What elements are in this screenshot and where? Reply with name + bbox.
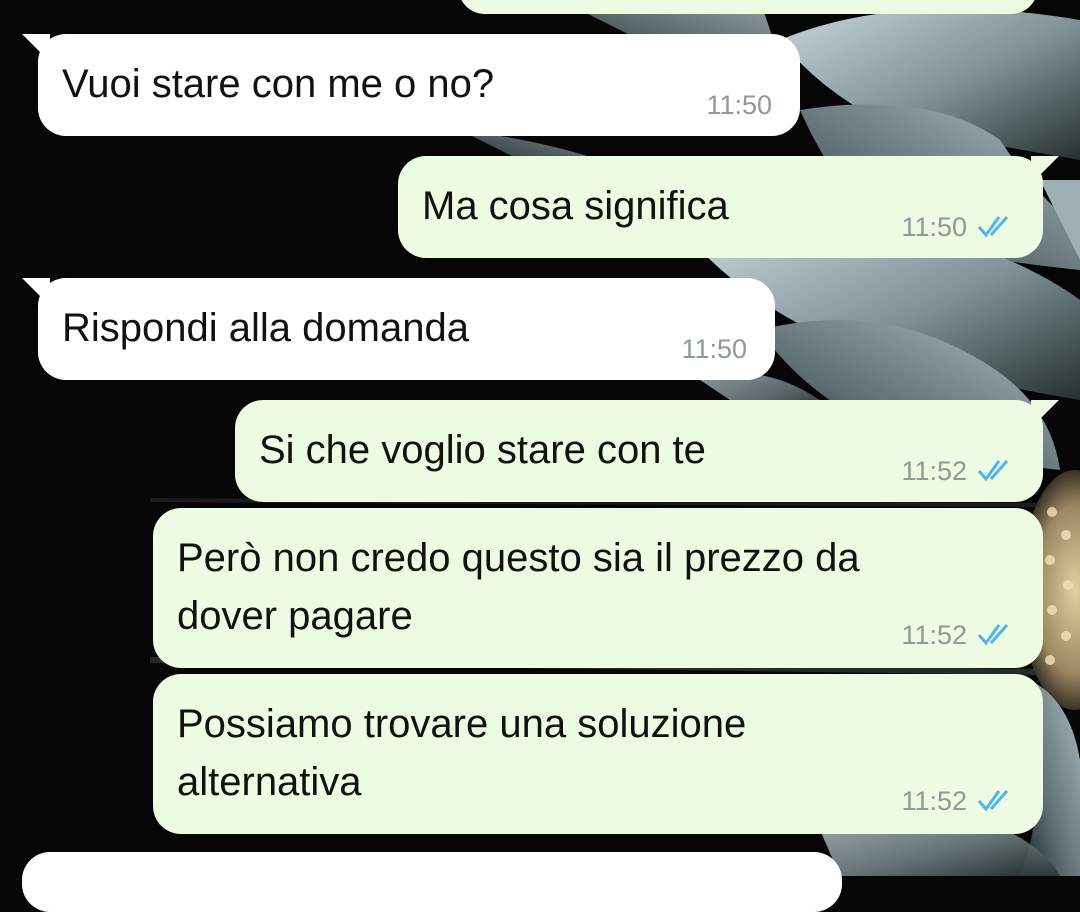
message-time: 11:50 — [901, 212, 967, 242]
double-check-read-icon — [977, 216, 1009, 238]
message-time: 11:52 — [901, 786, 967, 816]
bubble-tail — [1031, 156, 1059, 184]
message-time: 11:52 — [901, 456, 967, 486]
message-text-line-2: dover pagare — [177, 594, 413, 638]
bubble-tail — [1031, 400, 1059, 428]
message-bubble-outgoing[interactable]: Però non credo questo sia il prezzo da d… — [153, 508, 1043, 668]
double-check-read-icon — [977, 624, 1009, 646]
message-bubble-outgoing[interactable]: Si che voglio stare con te 11:52 — [235, 400, 1059, 502]
message-time: 11:50 — [706, 90, 772, 120]
message-bubble-outgoing[interactable]: Possiamo trovare una soluzione alternati… — [153, 674, 1043, 834]
message-text: Vuoi stare con me o no? — [62, 62, 495, 106]
message-bubble-outgoing[interactable]: Ma cosa significa 11:50 — [398, 156, 1059, 258]
message-text-line-1: Però non credo questo sia il prezzo da — [177, 536, 860, 580]
double-check-read-icon — [977, 790, 1009, 812]
message-text: Ma cosa significa — [422, 184, 729, 228]
message-text-line-2: alternativa — [177, 760, 362, 804]
message-bubble-partial-top[interactable] — [458, 0, 1038, 14]
message-time: 11:50 — [681, 334, 747, 364]
message-text: Si che voglio stare con te — [259, 428, 706, 472]
message-bubble-incoming[interactable]: Rispondi alla domanda 11:50 — [22, 278, 775, 380]
message-bubble-incoming[interactable]: Vuoi stare con me o no? 11:50 — [22, 34, 800, 136]
bubble-tail — [22, 278, 50, 306]
double-check-read-icon — [977, 460, 1009, 482]
message-text-line-1: Possiamo trovare una soluzione — [177, 702, 747, 746]
message-time: 11:52 — [901, 620, 967, 650]
message-text: Rispondi alla domanda — [62, 306, 469, 350]
bubble-tail — [22, 34, 50, 62]
message-bubble-partial-bottom[interactable] — [22, 852, 842, 912]
